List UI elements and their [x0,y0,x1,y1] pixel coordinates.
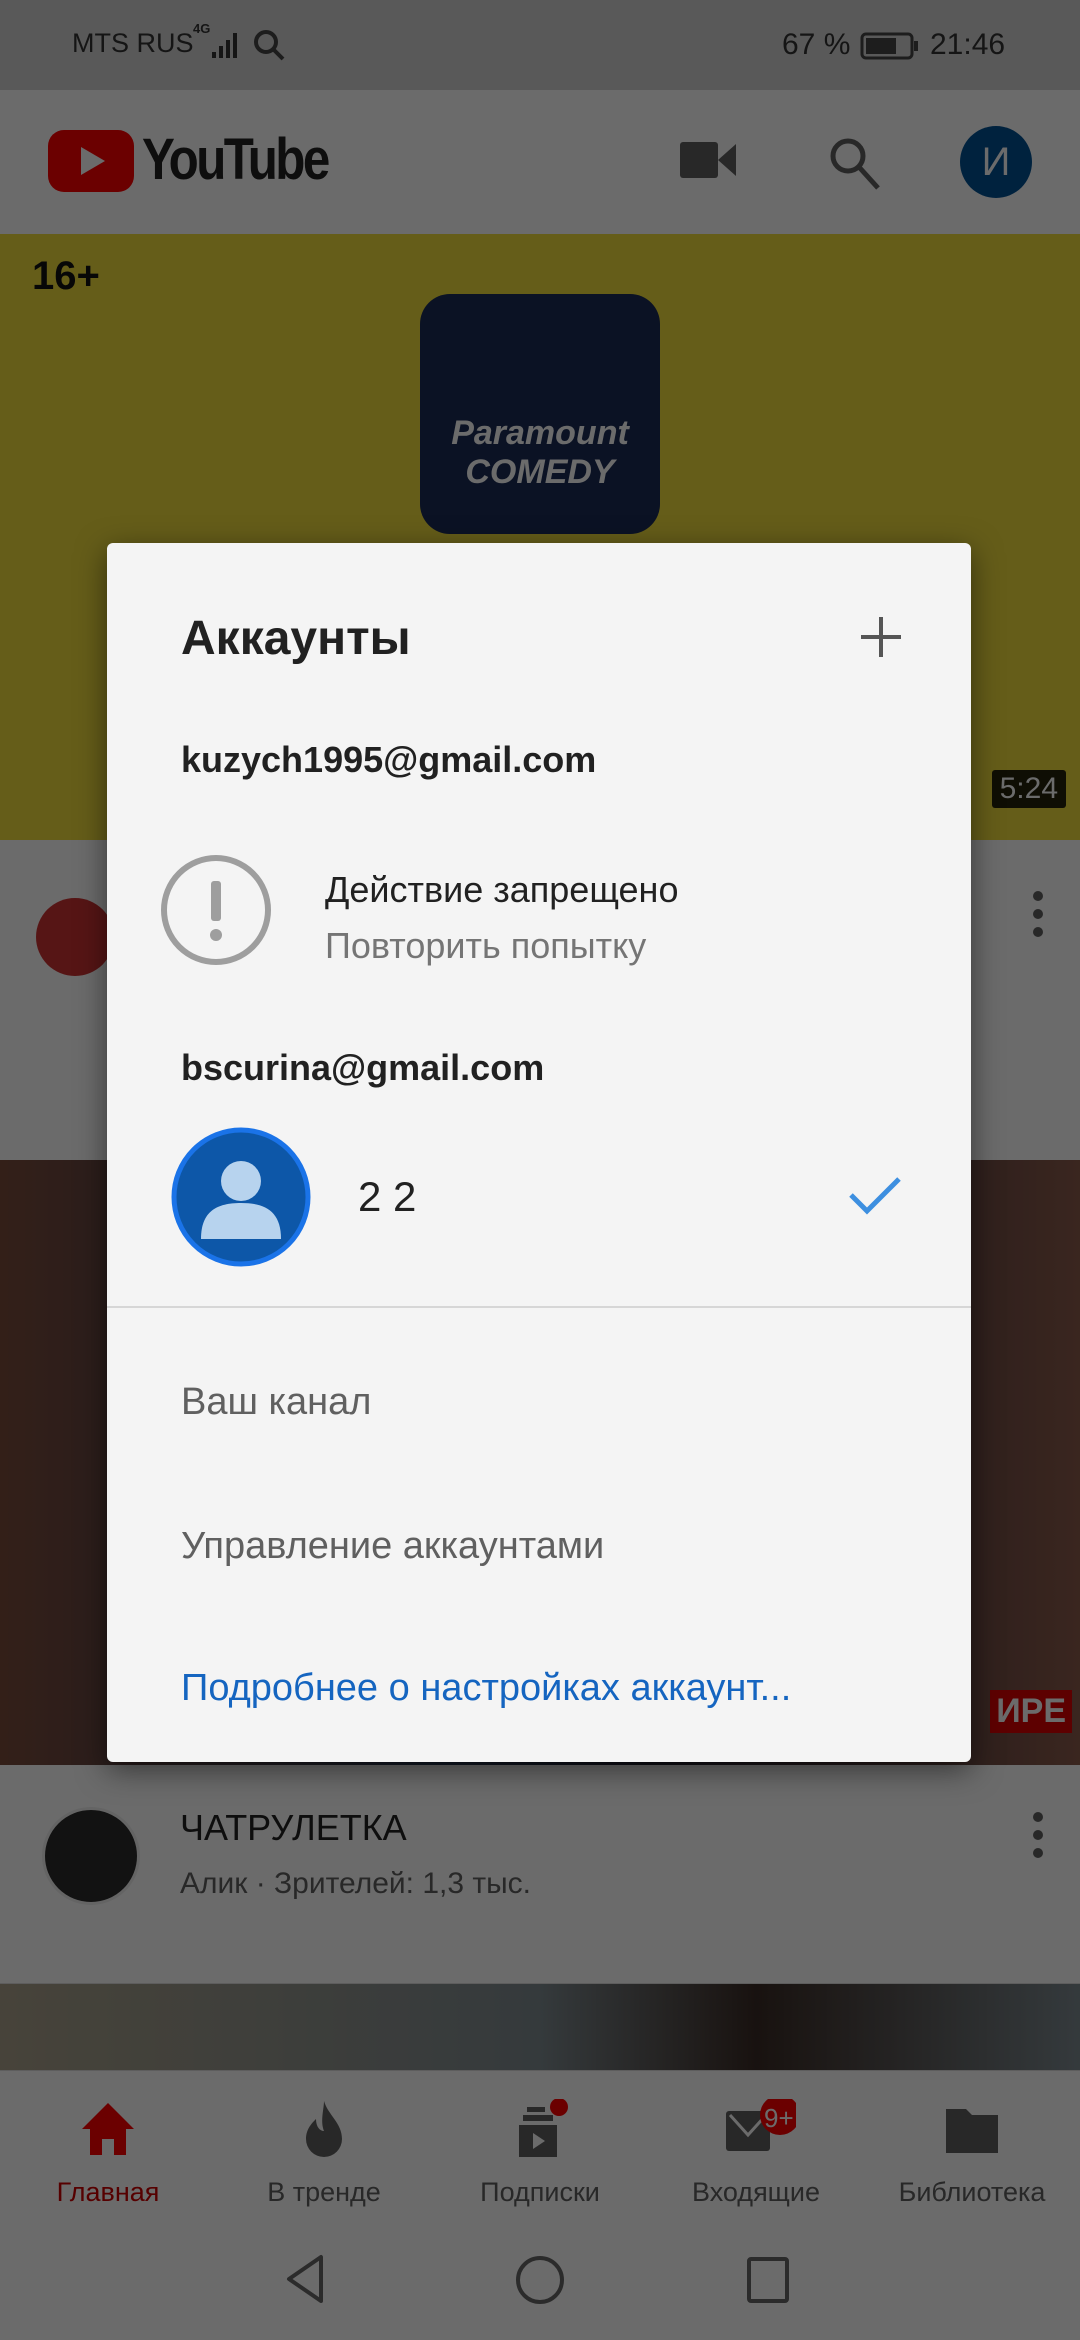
carrier: MTS RUS [72,28,194,58]
more-options-icon[interactable] [1030,1811,1046,1861]
app-header: YouTube И [0,90,1080,234]
nav-trending[interactable]: В тренде [216,2071,432,2216]
manage-accounts-item[interactable]: Управление аккаунтами [181,1525,604,1568]
account-error-row[interactable]: Действие запрещено Повторить попытку [107,843,971,978]
check-icon [849,1177,901,1215]
home-button-icon[interactable] [514,2254,566,2306]
add-account-icon[interactable] [859,615,903,659]
nav-subscriptions[interactable]: Подписки [432,2071,648,2216]
search-icon [254,30,285,61]
retry-link[interactable]: Повторить попытку [325,925,646,967]
video-camera-icon[interactable] [680,140,736,180]
avatar-icon [171,1127,311,1267]
recents-icon[interactable] [746,2256,790,2304]
home-icon [82,2103,134,2155]
battery-icon [860,32,918,60]
channel-logo-text: Paramount COMEDY [451,414,629,491]
nav-label: Входящие [691,2177,820,2207]
network-type: 4G [193,21,211,36]
accounts-dialog: Аккаунты kuzych1995@gmail.com Действие з… [107,543,971,1762]
nav-label: Главная [56,2177,160,2207]
youtube-logo-icon[interactable] [48,130,134,192]
account-avatar[interactable]: И [960,126,1032,198]
more-options-icon[interactable] [1030,890,1046,940]
account-settings-link[interactable]: Подробнее о настройках аккаунт... [181,1667,791,1710]
your-channel-item[interactable]: Ваш канал [181,1381,371,1424]
error-icon [161,855,271,965]
bottom-navigation: Главная В тренде Подписки 9+ Входящие Би… [0,2070,1080,2216]
nav-label: Библиотека [898,2177,1046,2207]
channel-avatar[interactable] [36,898,114,976]
folder-icon [946,2109,998,2153]
nav-label: Подписки [480,2177,600,2207]
video-info-row[interactable]: ЧАТРУЛЕТКА Алик · Зрителей: 1,3 тыс. [0,1765,1080,1984]
divider [107,1306,971,1308]
channel-avatar[interactable] [42,1807,140,1905]
signal-icon [212,33,237,58]
subscriptions-icon [519,2099,568,2157]
dialog-title: Аккаунты [181,612,411,665]
age-badge: 16+ [32,254,100,298]
logo-text: YouTube [142,127,330,192]
account-email: kuzych1995@gmail.com [181,739,597,780]
live-badge: ИРЕ [990,1690,1072,1733]
inbox-badge: 9+ [764,2103,794,2133]
nav-library[interactable]: Библиотека [864,2071,1080,2216]
flame-icon [306,2101,342,2157]
error-title: Действие запрещено [325,869,679,910]
account-row-selected[interactable]: 2 2 [107,1123,971,1273]
video-title[interactable]: ЧАТРУЛЕТКА [180,1807,407,1849]
video-thumbnail[interactable] [0,1984,1080,2070]
account-email: bscurina@gmail.com [181,1047,545,1088]
status-bar: MTS RUS 4G 67 % 21:46 [0,0,1080,90]
account-name: 2 2 [358,1173,417,1220]
system-navigation-bar [0,2216,1080,2340]
battery-percent: 67 % [782,28,851,61]
video-subtitle: Алик · Зрителей: 1,3 тыс. [180,1867,532,1900]
nav-label: В тренде [267,2177,381,2207]
nav-inbox[interactable]: 9+ Входящие [648,2071,864,2216]
back-icon[interactable] [285,2254,325,2304]
video-duration: 5:24 [991,770,1066,808]
nav-home[interactable]: Главная [0,2071,216,2216]
channel-logo: Paramount COMEDY [420,294,660,534]
clock: 21:46 [930,28,1006,61]
search-icon[interactable] [826,134,882,190]
